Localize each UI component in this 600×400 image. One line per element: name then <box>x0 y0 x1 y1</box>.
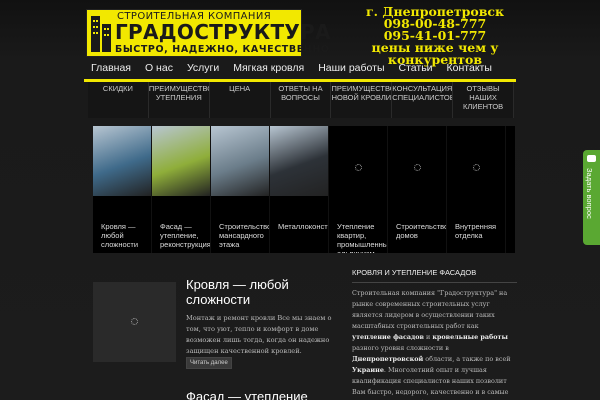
nav-articles[interactable]: Статьи <box>392 58 440 78</box>
logo-slogan: БЫСТРО, НАДЕЖНО, КАЧЕСТВЕННО <box>115 44 330 55</box>
nav-about[interactable]: О нас <box>138 58 180 78</box>
main-nav: Главная О нас Услуги Мягкая кровля Наши … <box>84 58 516 78</box>
tile-caption: Металлоконструкции <box>278 222 328 231</box>
nav-contacts[interactable]: Контакты <box>440 58 499 78</box>
loading-spinner-icon <box>473 164 480 171</box>
next-post-title[interactable]: Фасад — утепление <box>186 389 308 400</box>
tile-image <box>152 126 210 196</box>
gallery-tile-attic[interactable]: Строительство мансардного этажа <box>211 126 270 253</box>
sidebar-text-part: области, а также по всей <box>423 355 511 363</box>
gallery-tile-facade[interactable]: Фасад — утепление, реконструкция <box>152 126 211 253</box>
header-contacts: г. Днепропетровск 098-00-48-777 095-41-0… <box>360 5 510 66</box>
subnav-reviews[interactable]: ОТЗЫВЫ НАШИХ КЛИЕНТОВ <box>453 82 515 118</box>
gallery-tile-apartments[interactable]: Утепление квартир, промышленный альпиниз… <box>329 126 388 253</box>
loading-spinner-icon <box>355 164 362 171</box>
building-logo-icon <box>91 16 111 52</box>
nav-home[interactable]: Главная <box>84 58 138 78</box>
secondary-nav: СКИДКИ ПРЕИМУЩЕСТВО УТЕПЛЕНИЯ ЦЕНА ОТВЕТ… <box>88 82 515 118</box>
gallery-tile-interior[interactable]: Внутренняя отделка <box>447 126 506 253</box>
gallery-tile-metal[interactable]: Металлоконструкции <box>270 126 329 253</box>
page: СТРОИТЕЛЬНАЯ КОМПАНИЯ ГРАДОСТРУКТУРА БЫС… <box>0 0 600 400</box>
tile-caption: Фасад — утепление, реконструкция <box>160 222 211 249</box>
loading-spinner-icon <box>414 164 421 171</box>
subnav-faq[interactable]: ОТВЕТЫ НА ВОПРОСЫ <box>271 82 332 118</box>
loading-spinner-icon <box>131 318 138 325</box>
sidebar-bold-term: кровельные работы <box>432 333 508 341</box>
post-title[interactable]: Кровля — любой сложности <box>186 277 346 307</box>
gallery-tile-houses[interactable]: Строительство домов <box>388 126 447 253</box>
sidebar: КРОВЛЯ И УТЕПЛЕНИЕ ФАСАДОВ Строительная … <box>352 268 517 400</box>
sidebar-text-part: Строительная компания "Градоструктура" н… <box>352 289 508 330</box>
read-more-button[interactable]: Читать далее <box>186 357 232 369</box>
tile-image <box>93 126 151 196</box>
post-excerpt: Монтаж и ремонт кровли Все мы знаем о то… <box>186 314 332 355</box>
subnav-insulation-benefits[interactable]: ПРЕИМУЩЕСТВО УТЕПЛЕНИЯ <box>149 82 210 118</box>
logo-company-name: ГРАДОСТРУКТУРА <box>115 20 331 44</box>
tile-caption: Строительство мансардного этажа <box>219 222 270 249</box>
sidebar-text-part: разного уровня сложности в <box>352 344 449 352</box>
sidebar-text: Строительная компания "Градоструктура" н… <box>352 283 517 400</box>
tile-image <box>270 126 328 196</box>
ask-question-tab[interactable]: Задать вопрос <box>583 150 600 245</box>
services-gallery: Кровля — любой сложности Фасад — утеплен… <box>93 126 515 253</box>
tile-caption: Утепление квартир, промышленный альпиниз… <box>337 222 388 253</box>
subnav-new-roof-benefits[interactable]: ПРЕИМУЩЕСТВО НОВОЙ КРОВЛИ <box>331 82 393 118</box>
gallery-tile-roofing[interactable]: Кровля — любой сложности <box>93 126 152 253</box>
subnav-consultation[interactable]: КОНСУЛЬТАЦИЯ СПЕЦИАЛИСТОВ <box>392 82 454 118</box>
post-thumbnail[interactable] <box>93 282 176 362</box>
sidebar-bold-term: Украине <box>352 366 384 374</box>
subnav-price[interactable]: ЦЕНА <box>210 82 271 118</box>
tile-caption: Кровля — любой сложности <box>101 222 139 249</box>
nav-soft-roof[interactable]: Мягкая кровля <box>226 58 311 78</box>
ask-question-label: Задать вопрос <box>585 168 594 219</box>
tile-caption: Строительство домов <box>396 222 447 240</box>
sidebar-bold-term: утепление фасадов <box>352 333 424 341</box>
sidebar-bold-term: Днепропетровской <box>352 355 424 363</box>
subnav-discounts[interactable]: СКИДКИ <box>88 82 149 118</box>
tile-caption: Внутренняя отделка <box>455 222 497 240</box>
tile-image <box>211 126 269 196</box>
nav-our-works[interactable]: Наши работы <box>311 58 391 78</box>
nav-services[interactable]: Услуги <box>180 58 226 78</box>
sidebar-title: КРОВЛЯ И УТЕПЛЕНИЕ ФАСАДОВ <box>352 268 517 283</box>
logo[interactable]: СТРОИТЕЛЬНАЯ КОМПАНИЯ ГРАДОСТРУКТУРА БЫС… <box>86 9 331 57</box>
chat-bubble-icon <box>587 155 596 162</box>
